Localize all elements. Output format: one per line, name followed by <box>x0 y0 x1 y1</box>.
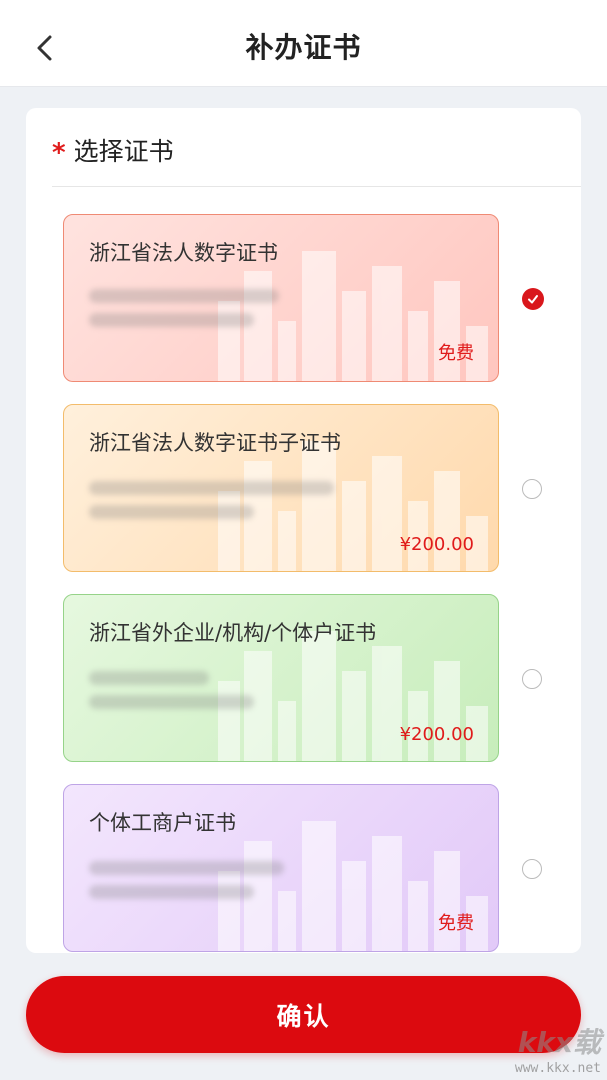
radio-unselected[interactable] <box>522 859 542 879</box>
certificate-price: ¥200.00 <box>399 724 474 745</box>
certificate-card-legal-person[interactable]: 浙江省法人数字证书 免费 <box>63 214 499 382</box>
blurred-certificate-detail <box>89 505 254 519</box>
radio-unselected[interactable] <box>522 479 542 499</box>
certificate-card-out-of-province[interactable]: 浙江省外企业/机构/个体户证书 ¥200.00 <box>63 594 499 762</box>
certificate-selection-panel: * 选择证书 浙江省法人数字证书 免费 浙江省法人数字证书子证书 ¥200.00… <box>26 108 581 953</box>
certificate-title: 浙江省法人数字证书子证书 <box>89 431 341 455</box>
top-nav-bar: 补办证书 <box>0 0 607 87</box>
certificate-title: 浙江省法人数字证书 <box>89 241 278 265</box>
confirm-button[interactable]: 确认 <box>26 976 581 1053</box>
page-title: 补办证书 <box>245 31 362 64</box>
watermark-url: www.kkx.net <box>514 1061 601 1076</box>
certificate-price: 免费 <box>438 343 474 364</box>
watermark: kkx载 www.kkx.net <box>515 1021 601 1076</box>
certificate-price: 免费 <box>438 913 474 934</box>
check-icon <box>528 295 538 304</box>
blurred-company-name <box>89 861 284 875</box>
section-header: * 选择证书 <box>52 130 174 170</box>
certificate-title: 个体工商户证书 <box>89 811 236 835</box>
blurred-company-name <box>89 481 334 495</box>
required-mark: * <box>52 138 66 168</box>
blurred-company-name <box>89 671 209 685</box>
radio-selected[interactable] <box>522 288 544 310</box>
section-title: 选择证书 <box>73 137 174 166</box>
watermark-logo: kkx载 <box>517 1026 601 1059</box>
blurred-certificate-detail <box>89 885 254 899</box>
blurred-certificate-detail <box>89 695 254 709</box>
section-divider <box>52 186 581 187</box>
certificate-title: 浙江省外企业/机构/个体户证书 <box>89 621 377 645</box>
certificate-card-individual-business[interactable]: 个体工商户证书 免费 <box>63 784 499 952</box>
certificate-card-legal-person-sub[interactable]: 浙江省法人数字证书子证书 ¥200.00 <box>63 404 499 572</box>
certificate-price: ¥200.00 <box>399 534 474 555</box>
blurred-company-name <box>89 289 279 303</box>
blurred-certificate-detail <box>89 313 254 327</box>
radio-unselected[interactable] <box>522 669 542 689</box>
